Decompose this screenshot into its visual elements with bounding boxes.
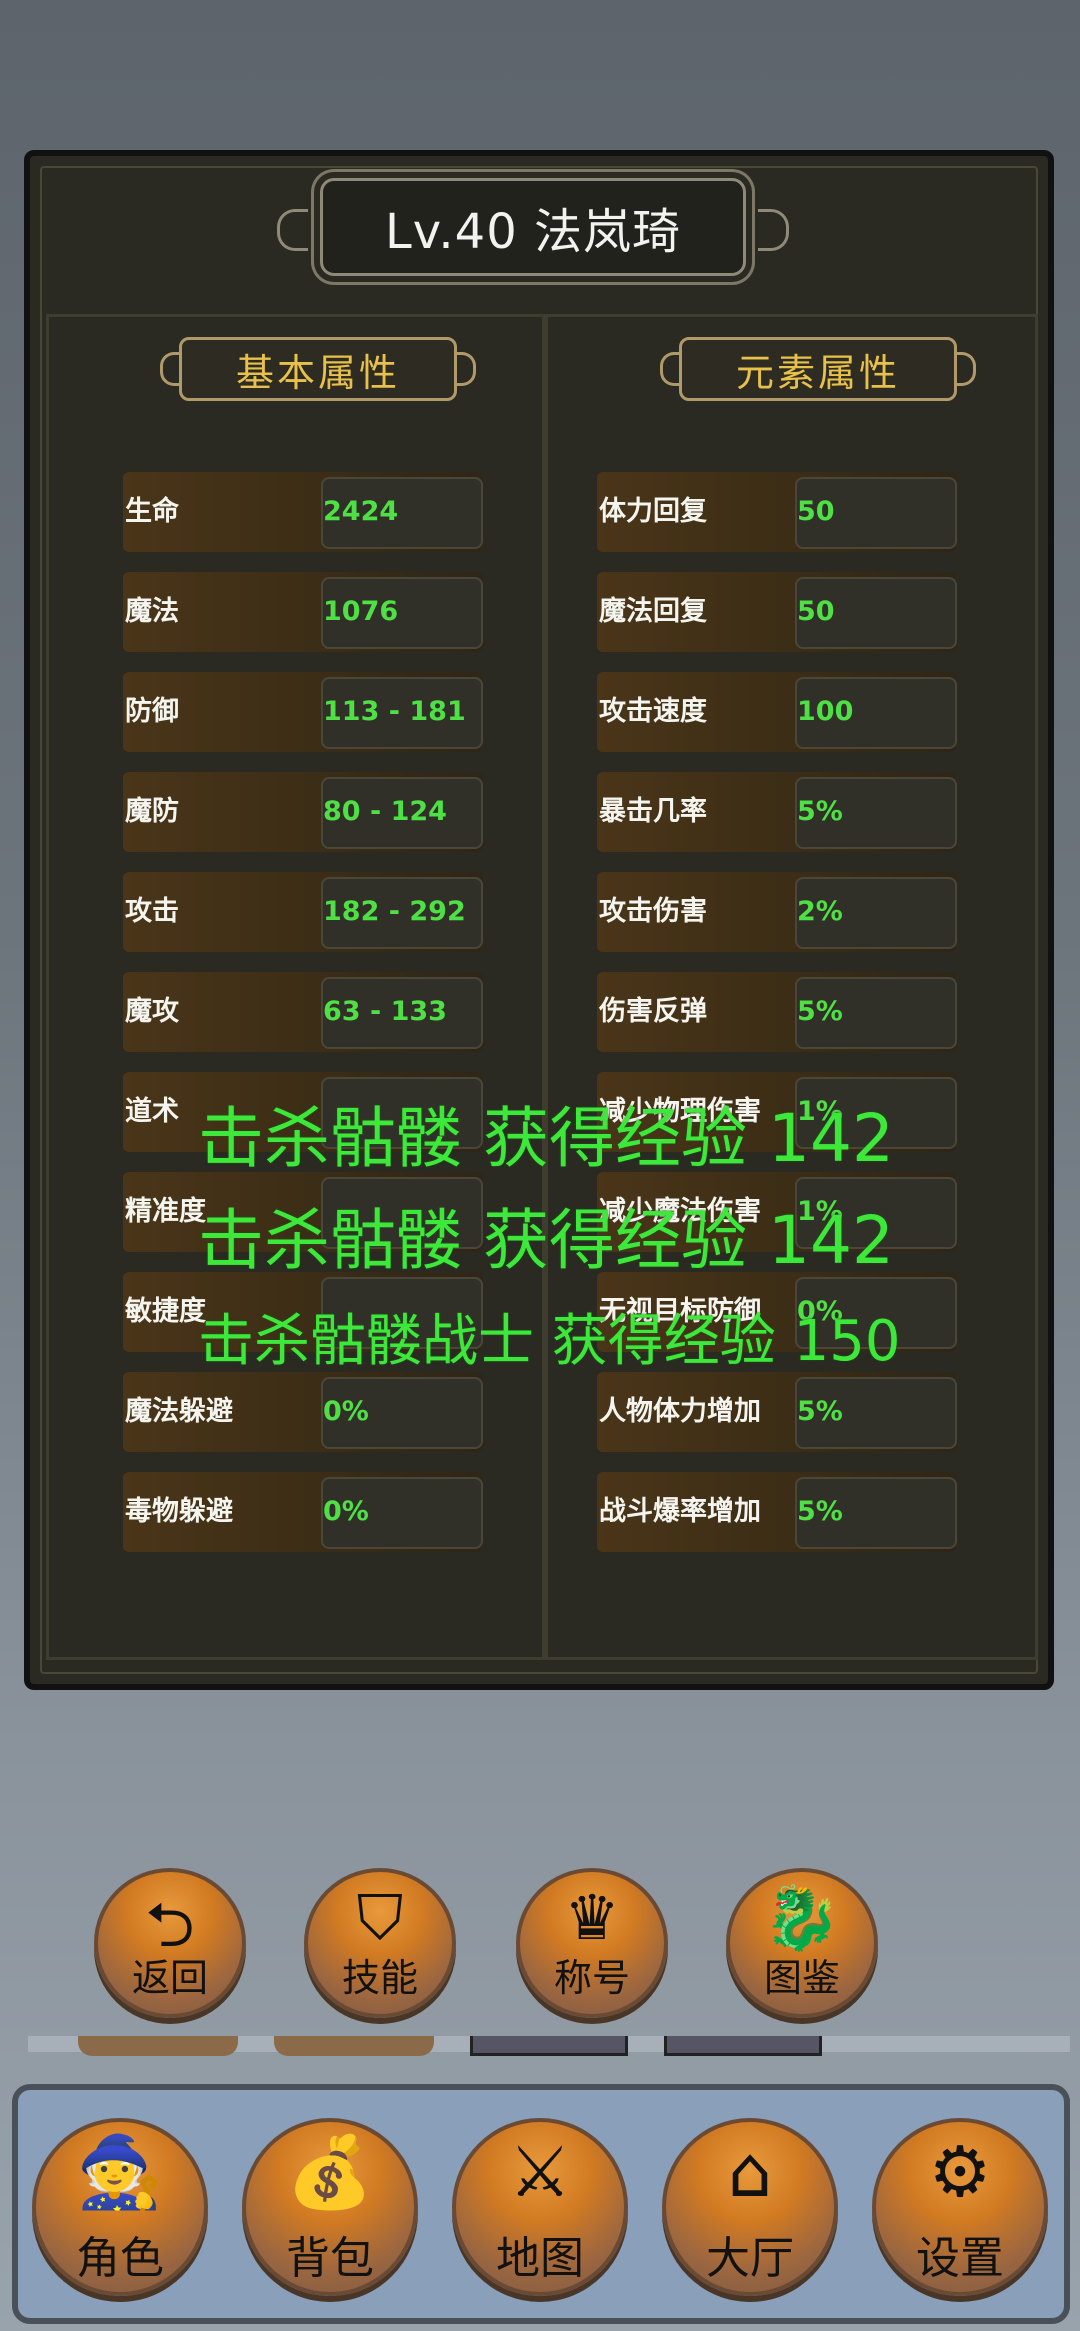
skill-emblem-icon: ⛉: [356, 1880, 404, 1954]
stat-label: 精准度: [125, 1196, 206, 1227]
stat-columns: 基本属性 元素属性 生命 2424 魔法 1076 防御 113 - 181 魔防 80 - …: [46, 314, 1038, 1660]
title-plate-left-ornament: [277, 209, 308, 251]
house-icon: ⌂: [727, 2130, 773, 2213]
stat-label: 魔攻: [125, 996, 179, 1027]
submenu-button-label: 技能: [341, 1956, 418, 2000]
submenu-button-label: 称号: [553, 1956, 630, 2000]
element-attributes-header-label: 元素属性: [735, 350, 900, 395]
stat-value: 2%: [797, 896, 843, 927]
nav-button-0[interactable]: 🧙 角色: [32, 2118, 208, 2296]
stat-value: 100: [797, 696, 854, 727]
crown-icon: ♛: [564, 1880, 620, 1954]
stat-value: 113 - 181: [323, 696, 466, 727]
submenu-button-2[interactable]: ♛ 称号: [516, 1868, 668, 2018]
nav-button-label: 背包: [286, 2233, 374, 2284]
stat-value: 63 - 133: [323, 996, 447, 1027]
crossed-swords-icon: ⚔: [508, 2130, 572, 2213]
submenu-button-label: 返回: [131, 1956, 208, 2000]
stat-label: 魔防: [125, 796, 179, 827]
stat-row: 攻击 182 - 292: [123, 872, 483, 952]
stat-label: 人物体力增加: [599, 1396, 761, 1427]
basic-attributes-header-label: 基本属性: [235, 350, 400, 395]
stat-value: 5%: [797, 796, 843, 827]
exp-gain-message: 击杀骷髅 获得经验 142: [198, 1202, 894, 1279]
nav-button-1[interactable]: 💰 背包: [242, 2118, 418, 2296]
stat-label: 魔法回复: [599, 596, 707, 627]
stat-label: 防御: [125, 696, 179, 727]
title-plate: Lv.40 法岚琦: [277, 178, 789, 276]
partial-button-edge: [274, 2036, 434, 2056]
partial-button-edge: [78, 2036, 238, 2056]
bag-icon: 💰: [286, 2130, 374, 2213]
character-title: Lv.40 法岚琦: [384, 204, 682, 260]
exp-gain-message: 击杀骷髅 获得经验 142: [198, 1100, 894, 1177]
title-plate-right-ornament: [758, 209, 789, 251]
submenu-button-1[interactable]: ⛉ 技能: [304, 1868, 456, 2018]
stat-row: 魔攻 63 - 133: [123, 972, 483, 1052]
stat-value: 2424: [323, 496, 399, 527]
stat-value: 80 - 124: [323, 796, 447, 827]
stat-value: 0%: [323, 1496, 369, 1527]
stat-row: 暴击几率 5%: [597, 772, 957, 852]
stat-label: 毒物躲避: [125, 1496, 233, 1527]
stat-value: 5%: [797, 1396, 843, 1427]
stat-row: 攻击伤害 2%: [597, 872, 957, 952]
submenu-button-3[interactable]: 🐉 图鉴: [726, 1868, 878, 2018]
stat-label: 暴击几率: [599, 796, 707, 827]
stat-label: 伤害反弹: [599, 996, 707, 1027]
stat-label: 道术: [125, 1096, 179, 1127]
stat-row: 攻击速度 100: [597, 672, 957, 752]
element-attributes-header: 元素属性: [660, 337, 976, 401]
stat-label: 战斗爆率增加: [599, 1496, 761, 1527]
basic-attributes-header: 基本属性: [160, 337, 476, 401]
stat-value: 182 - 292: [323, 896, 466, 927]
gears-icon: ⚙: [928, 2130, 992, 2213]
stat-value: 50: [797, 596, 835, 627]
stat-value: 50: [797, 496, 835, 527]
stat-row: 伤害反弹 5%: [597, 972, 957, 1052]
nav-button-3[interactable]: ⌂ 大厅: [662, 2118, 838, 2296]
submenu-button-0[interactable]: ⮌ 返回: [94, 1868, 246, 2018]
dragon-icon: 🐉: [763, 1880, 841, 1954]
nav-button-4[interactable]: ⚙ 设置: [872, 2118, 1048, 2296]
stat-value: 5%: [797, 996, 843, 1027]
stat-label: 生命: [125, 496, 179, 527]
stat-row: 毒物躲避 0%: [123, 1472, 483, 1552]
stat-label: 攻击伤害: [599, 896, 707, 927]
submenu-button-label: 图鉴: [763, 1956, 840, 2000]
stat-row: 魔防 80 - 124: [123, 772, 483, 852]
stat-label: 敏捷度: [125, 1296, 206, 1327]
exp-gain-message: 击杀骷髅战士 获得经验 150: [198, 1309, 901, 1374]
stat-row: 魔法躲避 0%: [123, 1372, 483, 1452]
stat-label: 攻击: [125, 896, 179, 927]
stat-label: 攻击速度: [599, 696, 707, 727]
character-stats-panel: Lv.40 法岚琦 基本属性 元素属性 生命 2424 魔法 1076 防御 113 - …: [24, 150, 1054, 1690]
stat-row: 人物体力增加 5%: [597, 1372, 957, 1452]
stat-label: 魔法躲避: [125, 1396, 233, 1427]
stat-row: 生命 2424: [123, 472, 483, 552]
stat-label: 魔法: [125, 596, 179, 627]
stat-value: 0%: [323, 1396, 369, 1427]
partial-slot-edge: [664, 2036, 822, 2056]
stat-row: 防御 113 - 181: [123, 672, 483, 752]
nav-button-label: 大厅: [706, 2233, 794, 2284]
nav-button-2[interactable]: ⚔ 地图: [452, 2118, 628, 2296]
stat-label: 体力回复: [599, 496, 707, 527]
column-divider: [542, 317, 548, 1657]
stat-value: 5%: [797, 1496, 843, 1527]
stat-row: 魔法 1076: [123, 572, 483, 652]
stat-row: 魔法回复 50: [597, 572, 957, 652]
wizard-icon: 🧙: [76, 2130, 164, 2213]
nav-button-label: 地图: [496, 2233, 584, 2284]
partial-slot-edge: [470, 2036, 628, 2056]
stat-row: 战斗爆率增加 5%: [597, 1472, 957, 1552]
stat-row: 体力回复 50: [597, 472, 957, 552]
nav-button-label: 设置: [916, 2233, 1004, 2284]
stat-value: 1076: [323, 596, 399, 627]
nav-button-label: 角色: [76, 2233, 164, 2284]
